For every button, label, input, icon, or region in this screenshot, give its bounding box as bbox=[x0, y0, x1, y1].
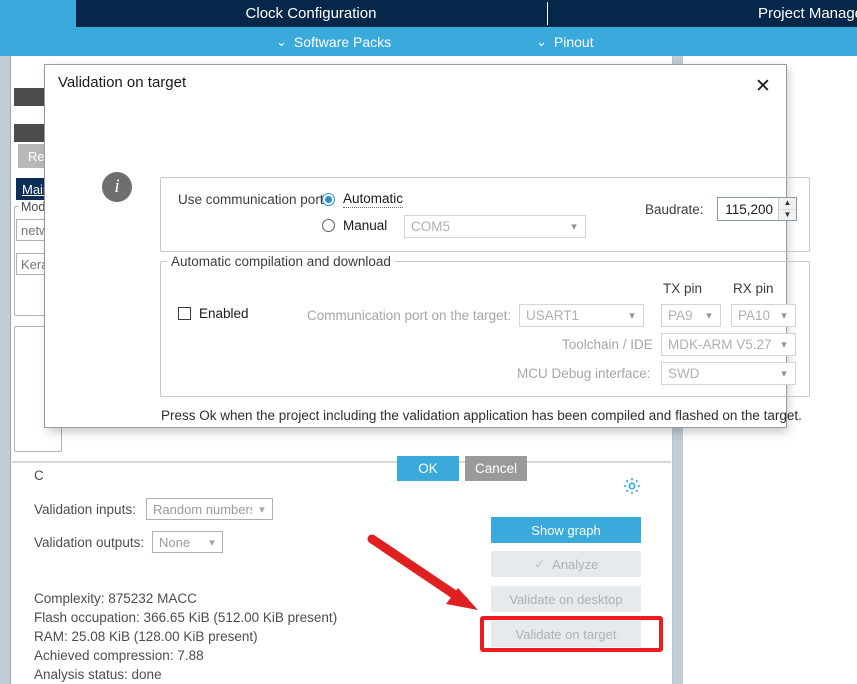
gear-icon[interactable] bbox=[622, 476, 642, 496]
cancel-button-label: Cancel bbox=[474, 461, 518, 476]
chevron-down-icon: ▾ bbox=[781, 368, 787, 380]
baudrate-value: 115,200 bbox=[725, 201, 773, 217]
validate-on-desktop-button[interactable]: Validate on desktop bbox=[491, 586, 641, 612]
subnav-pinout[interactable]: ⌄ Pinout bbox=[536, 27, 594, 56]
analyze-button[interactable]: ✓ Analyze bbox=[491, 551, 641, 577]
radio-manual-indicator bbox=[322, 219, 335, 232]
validate-on-target-button-label: Validate on target bbox=[515, 626, 617, 642]
use-communication-port-label: Use communication port: bbox=[178, 192, 328, 207]
chevron-down-icon: ⌄ bbox=[536, 34, 547, 49]
bg-complexity-partial-label: C bbox=[34, 468, 44, 483]
tab-clock-configuration[interactable]: Clock Configuration bbox=[76, 0, 546, 27]
mcu-debug-label: MCU Debug interface: bbox=[517, 366, 651, 381]
target-port-label: Communication port on the target: bbox=[307, 308, 512, 323]
cancel-button[interactable]: Cancel bbox=[465, 456, 527, 481]
rx-pin-value: PA10 bbox=[738, 308, 771, 323]
close-icon[interactable]: ✕ bbox=[748, 72, 778, 100]
tx-pin-select[interactable]: PA9 ▾ bbox=[661, 304, 721, 327]
stat-complexity: Complexity: 875232 MACC bbox=[34, 591, 197, 606]
enabled-checkbox-label: Enabled bbox=[199, 306, 249, 321]
mcu-debug-select[interactable]: SWD ▾ bbox=[661, 362, 796, 385]
show-graph-button-label: Show graph bbox=[531, 522, 601, 538]
validate-on-desktop-button-label: Validate on desktop bbox=[509, 591, 623, 607]
stat-flash-occupation: Flash occupation: 366.65 KiB (512.00 KiB… bbox=[34, 610, 338, 625]
toolchain-value: MDK-ARM V5.27 bbox=[668, 337, 772, 352]
toolchain-label: Toolchain / IDE bbox=[562, 337, 653, 352]
stat-compression: Achieved compression: 7.88 bbox=[34, 648, 204, 663]
check-icon: ✓ bbox=[533, 555, 547, 573]
baudrate-spinner[interactable]: 115,200 ▲ ▼ bbox=[717, 197, 797, 221]
radio-manual-label: Manual bbox=[343, 218, 388, 233]
validation-outputs-label: Validation outputs: bbox=[34, 535, 145, 550]
sub-navigation-bar: ⌄ Software Packs ⌄ Pinout bbox=[0, 27, 857, 56]
tab-project-manager[interactable]: Project Manager bbox=[693, 0, 857, 27]
radio-automatic-label: Automatic bbox=[343, 191, 404, 208]
enabled-checkbox-box bbox=[178, 307, 191, 320]
rx-pin-select[interactable]: PA10 ▾ bbox=[731, 304, 796, 327]
toolchain-select[interactable]: MDK-ARM V5.27 ▾ bbox=[661, 333, 796, 356]
manual-port-select[interactable]: COM5 ▾ bbox=[404, 215, 586, 238]
validation-outputs-select[interactable]: None ▾ bbox=[152, 531, 223, 553]
show-graph-button[interactable]: Show graph bbox=[491, 517, 641, 543]
tab-project-manager-label: Project Manager bbox=[757, 5, 857, 22]
left-rail bbox=[0, 56, 10, 684]
radio-automatic-indicator bbox=[322, 193, 335, 206]
automatic-compilation-group-title: Automatic compilation and download bbox=[167, 254, 395, 269]
app-root: Clock Configuration Project Manager ⌄ So… bbox=[0, 0, 857, 684]
baudrate-spin-buttons: ▲ ▼ bbox=[778, 198, 796, 220]
instruction-text: Press Ok when the project including the … bbox=[161, 408, 802, 423]
subnav-software-packs[interactable]: ⌄ Software Packs bbox=[276, 27, 391, 56]
rx-pin-label: RX pin bbox=[733, 281, 774, 296]
analyze-button-label: Analyze bbox=[552, 556, 599, 572]
stat-ram: RAM: 25.08 KiB (128.00 KiB present) bbox=[34, 629, 258, 644]
validation-on-target-dialog: Validation on target ✕ i Use communicati… bbox=[44, 64, 810, 481]
validation-outputs-value: None bbox=[159, 534, 191, 550]
radio-manual[interactable]: Manual bbox=[322, 218, 387, 233]
target-port-value: USART1 bbox=[526, 308, 580, 323]
chevron-down-icon: ▾ bbox=[781, 310, 787, 322]
validation-inputs-select[interactable]: Random numbers ▾ bbox=[146, 498, 273, 520]
enabled-checkbox[interactable]: Enabled bbox=[178, 306, 249, 321]
manual-port-value: COM5 bbox=[411, 219, 451, 234]
radio-automatic[interactable]: Automatic bbox=[322, 191, 404, 208]
main-tab-strip: Clock Configuration Project Manager bbox=[76, 0, 857, 27]
spin-up-icon[interactable]: ▲ bbox=[779, 198, 796, 209]
chevron-down-icon: ▾ bbox=[629, 310, 635, 322]
chevron-down-icon: ⌄ bbox=[276, 34, 287, 49]
ok-button-label: OK bbox=[418, 461, 438, 476]
stat-analysis-status: Analysis status: done bbox=[34, 667, 162, 682]
chevron-down-icon: ▾ bbox=[571, 221, 577, 233]
validation-inputs-value: Random numbers bbox=[153, 501, 252, 517]
analysis-stats: Complexity: 875232 MACC Flash occupation… bbox=[34, 589, 337, 684]
tx-pin-value: PA9 bbox=[668, 308, 693, 323]
tx-pin-label: TX pin bbox=[663, 281, 703, 296]
validation-inputs-label: Validation inputs: bbox=[34, 502, 136, 517]
tab-clock-configuration-label: Clock Configuration bbox=[245, 5, 377, 22]
chevron-down-icon: ▾ bbox=[209, 536, 215, 549]
subnav-software-packs-label: Software Packs bbox=[293, 33, 392, 50]
mcu-debug-value: SWD bbox=[668, 366, 700, 381]
validate-on-target-button[interactable]: Validate on target bbox=[491, 621, 641, 647]
info-icon: i bbox=[102, 172, 132, 202]
ok-button[interactable]: OK bbox=[397, 456, 459, 481]
bg-reset-button-label: Re bbox=[28, 148, 45, 164]
subnav-pinout-label: Pinout bbox=[553, 33, 594, 50]
baudrate-label: Baudrate: bbox=[645, 202, 704, 217]
chevron-down-icon: ▾ bbox=[706, 310, 712, 322]
chevron-down-icon: ▾ bbox=[781, 339, 787, 351]
top-navigation-bar: Clock Configuration Project Manager ⌄ So… bbox=[0, 0, 857, 56]
chevron-down-icon: ▾ bbox=[259, 503, 265, 516]
dialog-title: Validation on target bbox=[58, 74, 187, 91]
spin-down-icon[interactable]: ▼ bbox=[779, 208, 796, 221]
target-port-select[interactable]: USART1 ▾ bbox=[519, 304, 644, 327]
tab-separator bbox=[547, 2, 548, 25]
